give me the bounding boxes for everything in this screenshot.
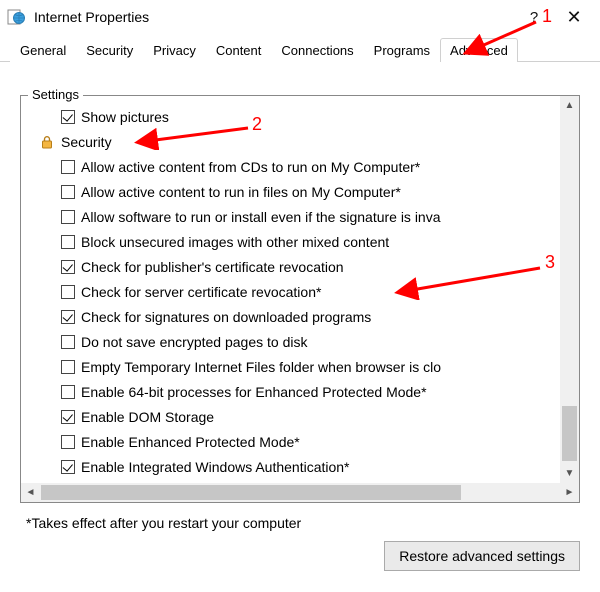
list-item[interactable]: Allow active content to run in files on … bbox=[39, 179, 579, 204]
window-title: Internet Properties bbox=[34, 9, 514, 25]
list-item-label: Check for server certificate revocation* bbox=[81, 284, 321, 300]
checkbox[interactable] bbox=[61, 385, 75, 399]
app-icon bbox=[6, 7, 26, 27]
settings-list-area[interactable]: Show pictures Security Allow active conten… bbox=[21, 96, 579, 483]
list-item-label: Security bbox=[61, 134, 112, 150]
tab-advanced[interactable]: Advanced bbox=[440, 38, 518, 62]
scroll-down-arrow[interactable]: ▼ bbox=[560, 464, 579, 483]
scroll-right-arrow[interactable]: ► bbox=[560, 483, 579, 502]
vertical-scrollbar[interactable]: ▲ ▼ bbox=[560, 96, 579, 483]
tab-privacy[interactable]: Privacy bbox=[143, 38, 206, 62]
close-button[interactable]: ✕ bbox=[554, 7, 594, 28]
restore-advanced-button[interactable]: Restore advanced settings bbox=[384, 541, 580, 571]
checkbox[interactable] bbox=[61, 360, 75, 374]
list-item-label: Check for signatures on downloaded progr… bbox=[81, 309, 371, 325]
list-item-label: Do not save encrypted pages to disk bbox=[81, 334, 307, 350]
horizontal-scrollbar[interactable]: ◄ ► bbox=[21, 483, 579, 502]
list-item-label: Allow software to run or install even if… bbox=[81, 209, 441, 225]
list-item[interactable]: Empty Temporary Internet Files folder wh… bbox=[39, 354, 579, 379]
tab-programs[interactable]: Programs bbox=[364, 38, 440, 62]
restart-footnote: *Takes effect after you restart your com… bbox=[26, 515, 580, 531]
list-item-label: Show pictures bbox=[81, 109, 169, 125]
lock-icon bbox=[39, 134, 55, 150]
settings-group-label: Settings bbox=[28, 87, 83, 102]
tab-content[interactable]: Content bbox=[206, 38, 272, 62]
vertical-scroll-thumb[interactable] bbox=[562, 406, 577, 461]
list-item[interactable]: Show pictures bbox=[39, 104, 579, 129]
tab-strip: General Security Privacy Content Connect… bbox=[0, 34, 600, 62]
checkbox[interactable] bbox=[61, 310, 75, 324]
help-button[interactable]: ? bbox=[514, 9, 554, 26]
tab-general[interactable]: General bbox=[10, 38, 76, 62]
checkbox[interactable] bbox=[61, 210, 75, 224]
list-item-label: Empty Temporary Internet Files folder wh… bbox=[81, 359, 441, 375]
list-item[interactable]: Enable Enhanced Protected Mode* bbox=[39, 429, 579, 454]
checkbox[interactable] bbox=[61, 160, 75, 174]
checkbox[interactable] bbox=[61, 185, 75, 199]
list-item[interactable]: Enable 64-bit processes for Enhanced Pro… bbox=[39, 379, 579, 404]
list-item-label: Block unsecured images with other mixed … bbox=[81, 234, 389, 250]
titlebar: Internet Properties ? ✕ bbox=[0, 0, 600, 34]
list-category: Security bbox=[39, 129, 579, 154]
list-item-label: Enable DOM Storage bbox=[81, 409, 214, 425]
scroll-up-arrow[interactable]: ▲ bbox=[560, 96, 579, 115]
tab-security[interactable]: Security bbox=[76, 38, 143, 62]
checkbox[interactable] bbox=[61, 460, 75, 474]
checkbox[interactable] bbox=[61, 110, 75, 124]
list-item-label: Check for publisher's certificate revoca… bbox=[81, 259, 344, 275]
scroll-left-arrow[interactable]: ◄ bbox=[21, 483, 40, 502]
checkbox[interactable] bbox=[61, 435, 75, 449]
settings-listbox: Show pictures Security Allow active conten… bbox=[20, 95, 580, 503]
list-item-label: Allow active content from CDs to run on … bbox=[81, 159, 420, 175]
list-item[interactable]: Allow active content from CDs to run on … bbox=[39, 154, 579, 179]
list-item[interactable]: Block unsecured images with other mixed … bbox=[39, 229, 579, 254]
list-item[interactable]: Enable Integrated Windows Authentication… bbox=[39, 454, 579, 479]
list-item[interactable]: Check for server certificate revocation* bbox=[39, 279, 579, 304]
list-item[interactable]: Do not save encrypted pages to disk bbox=[39, 329, 579, 354]
list-item[interactable]: Check for signatures on downloaded progr… bbox=[39, 304, 579, 329]
checkbox[interactable] bbox=[61, 260, 75, 274]
horizontal-scroll-thumb[interactable] bbox=[41, 485, 461, 500]
list-item[interactable]: Check for publisher's certificate revoca… bbox=[39, 254, 579, 279]
tab-connections[interactable]: Connections bbox=[271, 38, 363, 62]
list-item-label: Enable Integrated Windows Authentication… bbox=[81, 459, 350, 475]
checkbox[interactable] bbox=[61, 235, 75, 249]
list-item[interactable]: Enable DOM Storage bbox=[39, 404, 579, 429]
list-item-label: Enable 64-bit processes for Enhanced Pro… bbox=[81, 384, 427, 400]
list-item-label: Allow active content to run in files on … bbox=[81, 184, 401, 200]
list-item-label: Enable Enhanced Protected Mode* bbox=[81, 434, 300, 450]
checkbox[interactable] bbox=[61, 335, 75, 349]
list-item[interactable]: Allow software to run or install even if… bbox=[39, 204, 579, 229]
checkbox[interactable] bbox=[61, 285, 75, 299]
checkbox[interactable] bbox=[61, 410, 75, 424]
